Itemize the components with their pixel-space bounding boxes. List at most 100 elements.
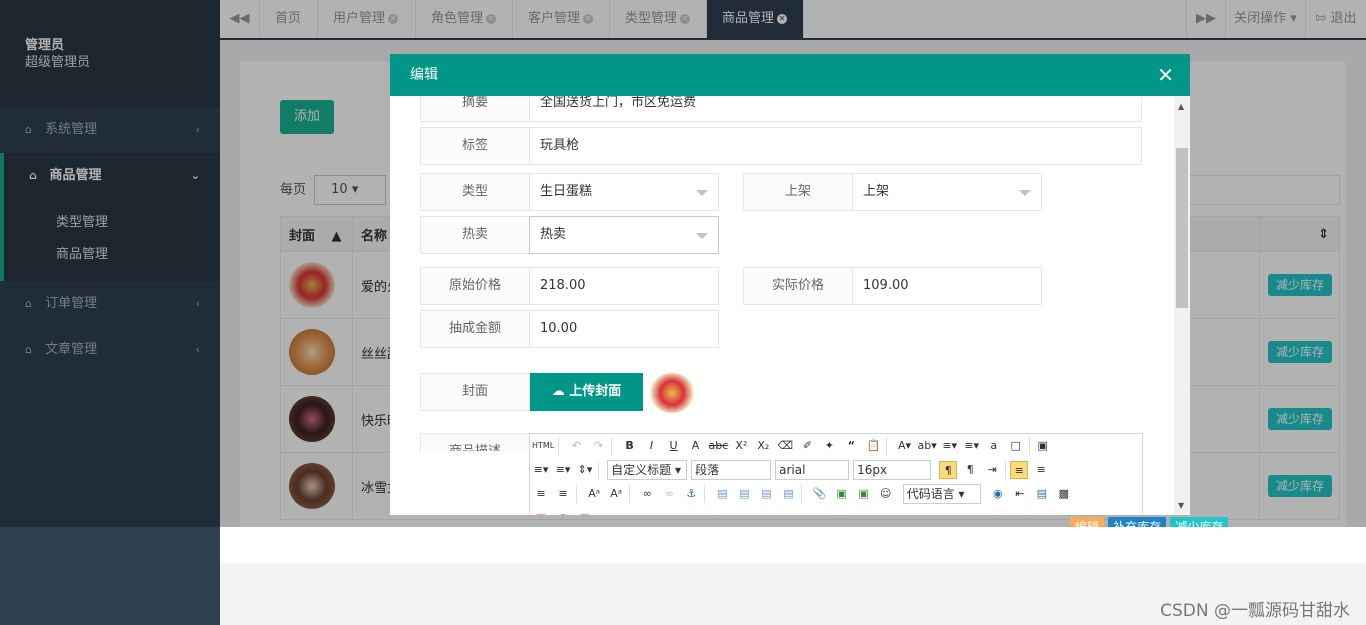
editor-toolbar-row-1: HTML ↶ ↷ B I U Aabc X² X₂ ⌫ ✐ ✦ “📋 A▾ ab▾ ≡▾ ≡▾ a □ ▣	[530, 434, 1054, 458]
form-background	[390, 451, 528, 515]
scroll-down-icon[interactable]: ▼	[1178, 501, 1184, 510]
modal-body: 摘要 全国送货上门，市区免运费 标签 玩具枪 类型 生日蛋糕 上架 上架 热卖 …	[390, 96, 1174, 515]
uppercase-icon[interactable]: Aᵃ	[585, 485, 603, 503]
rtl-icon[interactable]: ¶	[961, 461, 979, 479]
shelf-value: 上架	[863, 184, 890, 199]
ordered-list-icon[interactable]: ≡▾	[941, 437, 959, 455]
custom-heading-select[interactable]: 自定义标题 ▾	[607, 460, 688, 480]
auto-format-icon[interactable]: ✦	[820, 437, 838, 455]
type-value: 生日蛋糕	[540, 184, 593, 199]
type-label: 类型	[420, 173, 530, 211]
editor-toolbar-row-2: ≡▾ ≡▾ ⇕▾ 自定义标题 ▾ 段落 arial 16px ¶ ¶ ⇥ ≡ ≡	[530, 458, 1052, 482]
italic-icon[interactable]: I	[643, 437, 661, 455]
separator	[611, 437, 613, 455]
align-right-icon[interactable]: ≡	[532, 485, 550, 503]
line-height-icon[interactable]: ⇕▾	[576, 461, 594, 479]
image-icon[interactable]: ▣	[833, 485, 851, 503]
separator	[1028, 437, 1030, 455]
template-icon[interactable]: ▤	[1033, 485, 1051, 503]
add-stock-button[interactable]: 补充库存	[1108, 517, 1167, 527]
image-center-icon[interactable]: ▤	[779, 485, 797, 503]
map-icon[interactable]: ◉	[989, 485, 1007, 503]
table-icon[interactable]: ▦	[576, 509, 594, 515]
clear-doc-icon[interactable]: □	[1007, 437, 1025, 455]
unordered-list-icon[interactable]: ≡▾	[963, 437, 981, 455]
tag-row: 标签 玩具枪	[420, 127, 1142, 165]
tag-field[interactable]: 玩具枪	[529, 127, 1142, 165]
font-size-select[interactable]: 16px	[853, 460, 932, 480]
upload-cover-button[interactable]: ☁ 上传封面	[530, 373, 643, 411]
font-border-icon[interactable]: A	[687, 437, 705, 455]
font-family-select[interactable]: arial	[775, 460, 850, 480]
hot-row: 热卖 热卖	[420, 216, 720, 254]
modal-header: 编辑	[390, 54, 1190, 96]
upload-label: 上传封面	[569, 384, 622, 399]
row-spacing-bottom-icon[interactable]: ≡▾	[554, 461, 572, 479]
ltr-icon[interactable]: ¶	[939, 461, 958, 479]
indent-icon[interactable]: ⇥	[983, 461, 1001, 479]
separator	[576, 485, 577, 503]
pagebreak-icon[interactable]: ⇤	[1011, 485, 1029, 503]
paragraph-select[interactable]: 段落	[691, 460, 772, 480]
caret-down-icon	[696, 190, 708, 196]
select-all-icon[interactable]: a	[985, 437, 1003, 455]
align-center-icon[interactable]: ≡	[1032, 461, 1050, 479]
redo-icon[interactable]: ↷	[589, 437, 607, 455]
modal-scrollbar[interactable]: ▲ ▼	[1174, 96, 1190, 515]
unlink-icon[interactable]: ∞	[660, 485, 678, 503]
hot-value: 热卖	[540, 227, 567, 242]
scroll-up-icon[interactable]: ▲	[1178, 102, 1184, 111]
row-spacing-top-icon[interactable]: ≡▾	[532, 461, 550, 479]
align-justify-icon[interactable]: ≡	[554, 485, 572, 503]
rich-text-editor[interactable]: HTML ↶ ↷ B I U Aabc X² X₂ ⌫ ✐ ✦ “📋 A▾ ab▾ ≡▾ ≡▾ a □ ▣ ≡▾…	[529, 433, 1143, 515]
underline-icon[interactable]: U	[665, 437, 683, 455]
real-price-field[interactable]: 109.00	[852, 267, 1042, 305]
lowercase-icon[interactable]: Aᵃ	[607, 485, 625, 503]
orig-price-field[interactable]: 218.00	[529, 267, 719, 305]
paste-text-icon[interactable]: 📋	[864, 437, 882, 455]
attachment-icon[interactable]: 📎	[811, 485, 829, 503]
emotion-icon[interactable]: ☺	[877, 485, 895, 503]
cover-row: 封面 ☁ 上传封面	[420, 373, 720, 413]
anchor-icon[interactable]: ⚓	[682, 485, 700, 503]
code-language-select[interactable]: 代码语言 ▾	[902, 484, 981, 504]
image-none-icon[interactable]: ▤	[713, 485, 731, 503]
date-icon[interactable]: ▦	[532, 509, 550, 515]
subscript-icon[interactable]: X₂	[754, 437, 772, 455]
cover-preview-image	[650, 373, 694, 413]
caret-down-icon	[696, 233, 708, 239]
font-color-icon[interactable]: A▾	[895, 437, 913, 455]
quote-icon[interactable]: “	[842, 437, 860, 455]
highlight-icon[interactable]: ab▾	[917, 437, 936, 455]
close-icon[interactable]: ✕	[1157, 63, 1174, 87]
undo-icon[interactable]: ↶	[567, 437, 585, 455]
real-price-label: 实际价格	[743, 267, 853, 305]
html-source-icon[interactable]: HTML	[532, 437, 554, 455]
separator	[704, 485, 706, 503]
edit-button[interactable]: 编辑	[1070, 517, 1105, 527]
scrollbar-thumb[interactable]	[1176, 148, 1188, 308]
superscript-icon[interactable]: X²	[732, 437, 750, 455]
commission-row: 抽成金额 10.00	[420, 310, 720, 348]
shelf-select[interactable]: 上架	[852, 173, 1042, 211]
type-select[interactable]: 生日蛋糕	[529, 173, 719, 211]
font-size-value: 16px	[857, 463, 888, 477]
background-icon[interactable]: ▩	[1055, 485, 1073, 503]
reduce-stock-button[interactable]: 减少库存	[1170, 517, 1229, 527]
commission-field[interactable]: 10.00	[529, 310, 719, 348]
format-brush-icon[interactable]: ✐	[798, 437, 816, 455]
align-left-icon[interactable]: ≡	[1010, 461, 1029, 479]
image-right-icon[interactable]: ▤	[757, 485, 775, 503]
separator	[801, 485, 803, 503]
multi-image-icon[interactable]: ▣	[855, 485, 873, 503]
hot-select[interactable]: 热卖	[529, 216, 719, 254]
preview-icon[interactable]: ▣	[1034, 437, 1052, 455]
bold-icon[interactable]: B	[621, 437, 639, 455]
price-row: 原始价格 218.00 实际价格 109.00	[420, 267, 1042, 305]
time-icon[interactable]: ◷	[554, 509, 572, 515]
strikethrough-icon[interactable]: abc	[709, 437, 729, 455]
eraser-icon[interactable]: ⌫	[776, 437, 794, 455]
link-icon[interactable]: ∞	[638, 485, 656, 503]
image-left-icon[interactable]: ▤	[735, 485, 753, 503]
summary-field[interactable]: 全国送货上门，市区免运费	[529, 96, 1142, 122]
